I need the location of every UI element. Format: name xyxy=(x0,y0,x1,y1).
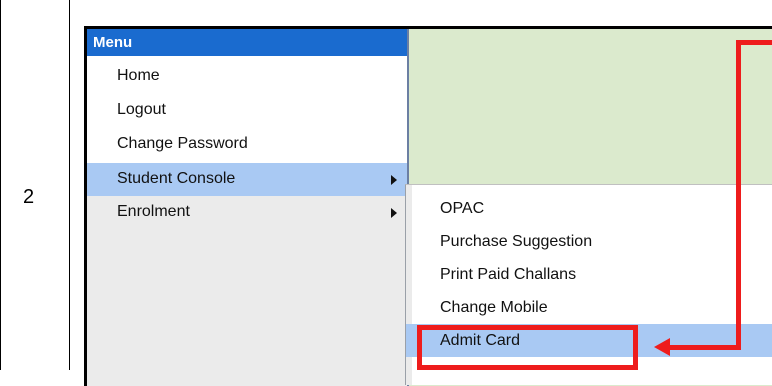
step-number: 2 xyxy=(23,186,35,208)
submenu-item-print-paid-challans[interactable]: Print Paid Challans xyxy=(406,258,772,291)
arrow-left-icon xyxy=(654,338,670,356)
side-menu: Menu Home Logout Change Password Student… xyxy=(87,29,407,386)
menu-item-label: Student Console xyxy=(117,170,236,187)
table-border-left xyxy=(0,0,1,370)
menu-item-student-console[interactable]: Student Console xyxy=(87,163,407,196)
menu-section-main: Home Logout Change Password xyxy=(87,56,407,163)
submenu-item-purchase-suggestion[interactable]: Purchase Suggestion xyxy=(406,225,772,258)
submenu-item-opac[interactable]: OPAC xyxy=(406,192,772,225)
menu-item-home[interactable]: Home xyxy=(87,59,407,93)
menu-item-logout[interactable]: Logout xyxy=(87,93,407,127)
chevron-right-icon xyxy=(391,175,397,185)
highlight-box xyxy=(417,325,638,370)
table-border-divider xyxy=(69,0,70,370)
chevron-right-icon xyxy=(391,208,397,218)
menu-item-label: Enrolment xyxy=(117,203,190,220)
menu-item-change-password[interactable]: Change Password xyxy=(87,127,407,161)
annotation-line-bottom xyxy=(666,345,741,350)
submenu-item-change-mobile[interactable]: Change Mobile xyxy=(406,291,772,324)
annotation-line-vertical xyxy=(736,40,741,350)
menu-item-enrolment[interactable]: Enrolment xyxy=(87,196,407,229)
menu-title: Menu xyxy=(87,29,407,56)
annotation-line-top xyxy=(736,40,772,45)
